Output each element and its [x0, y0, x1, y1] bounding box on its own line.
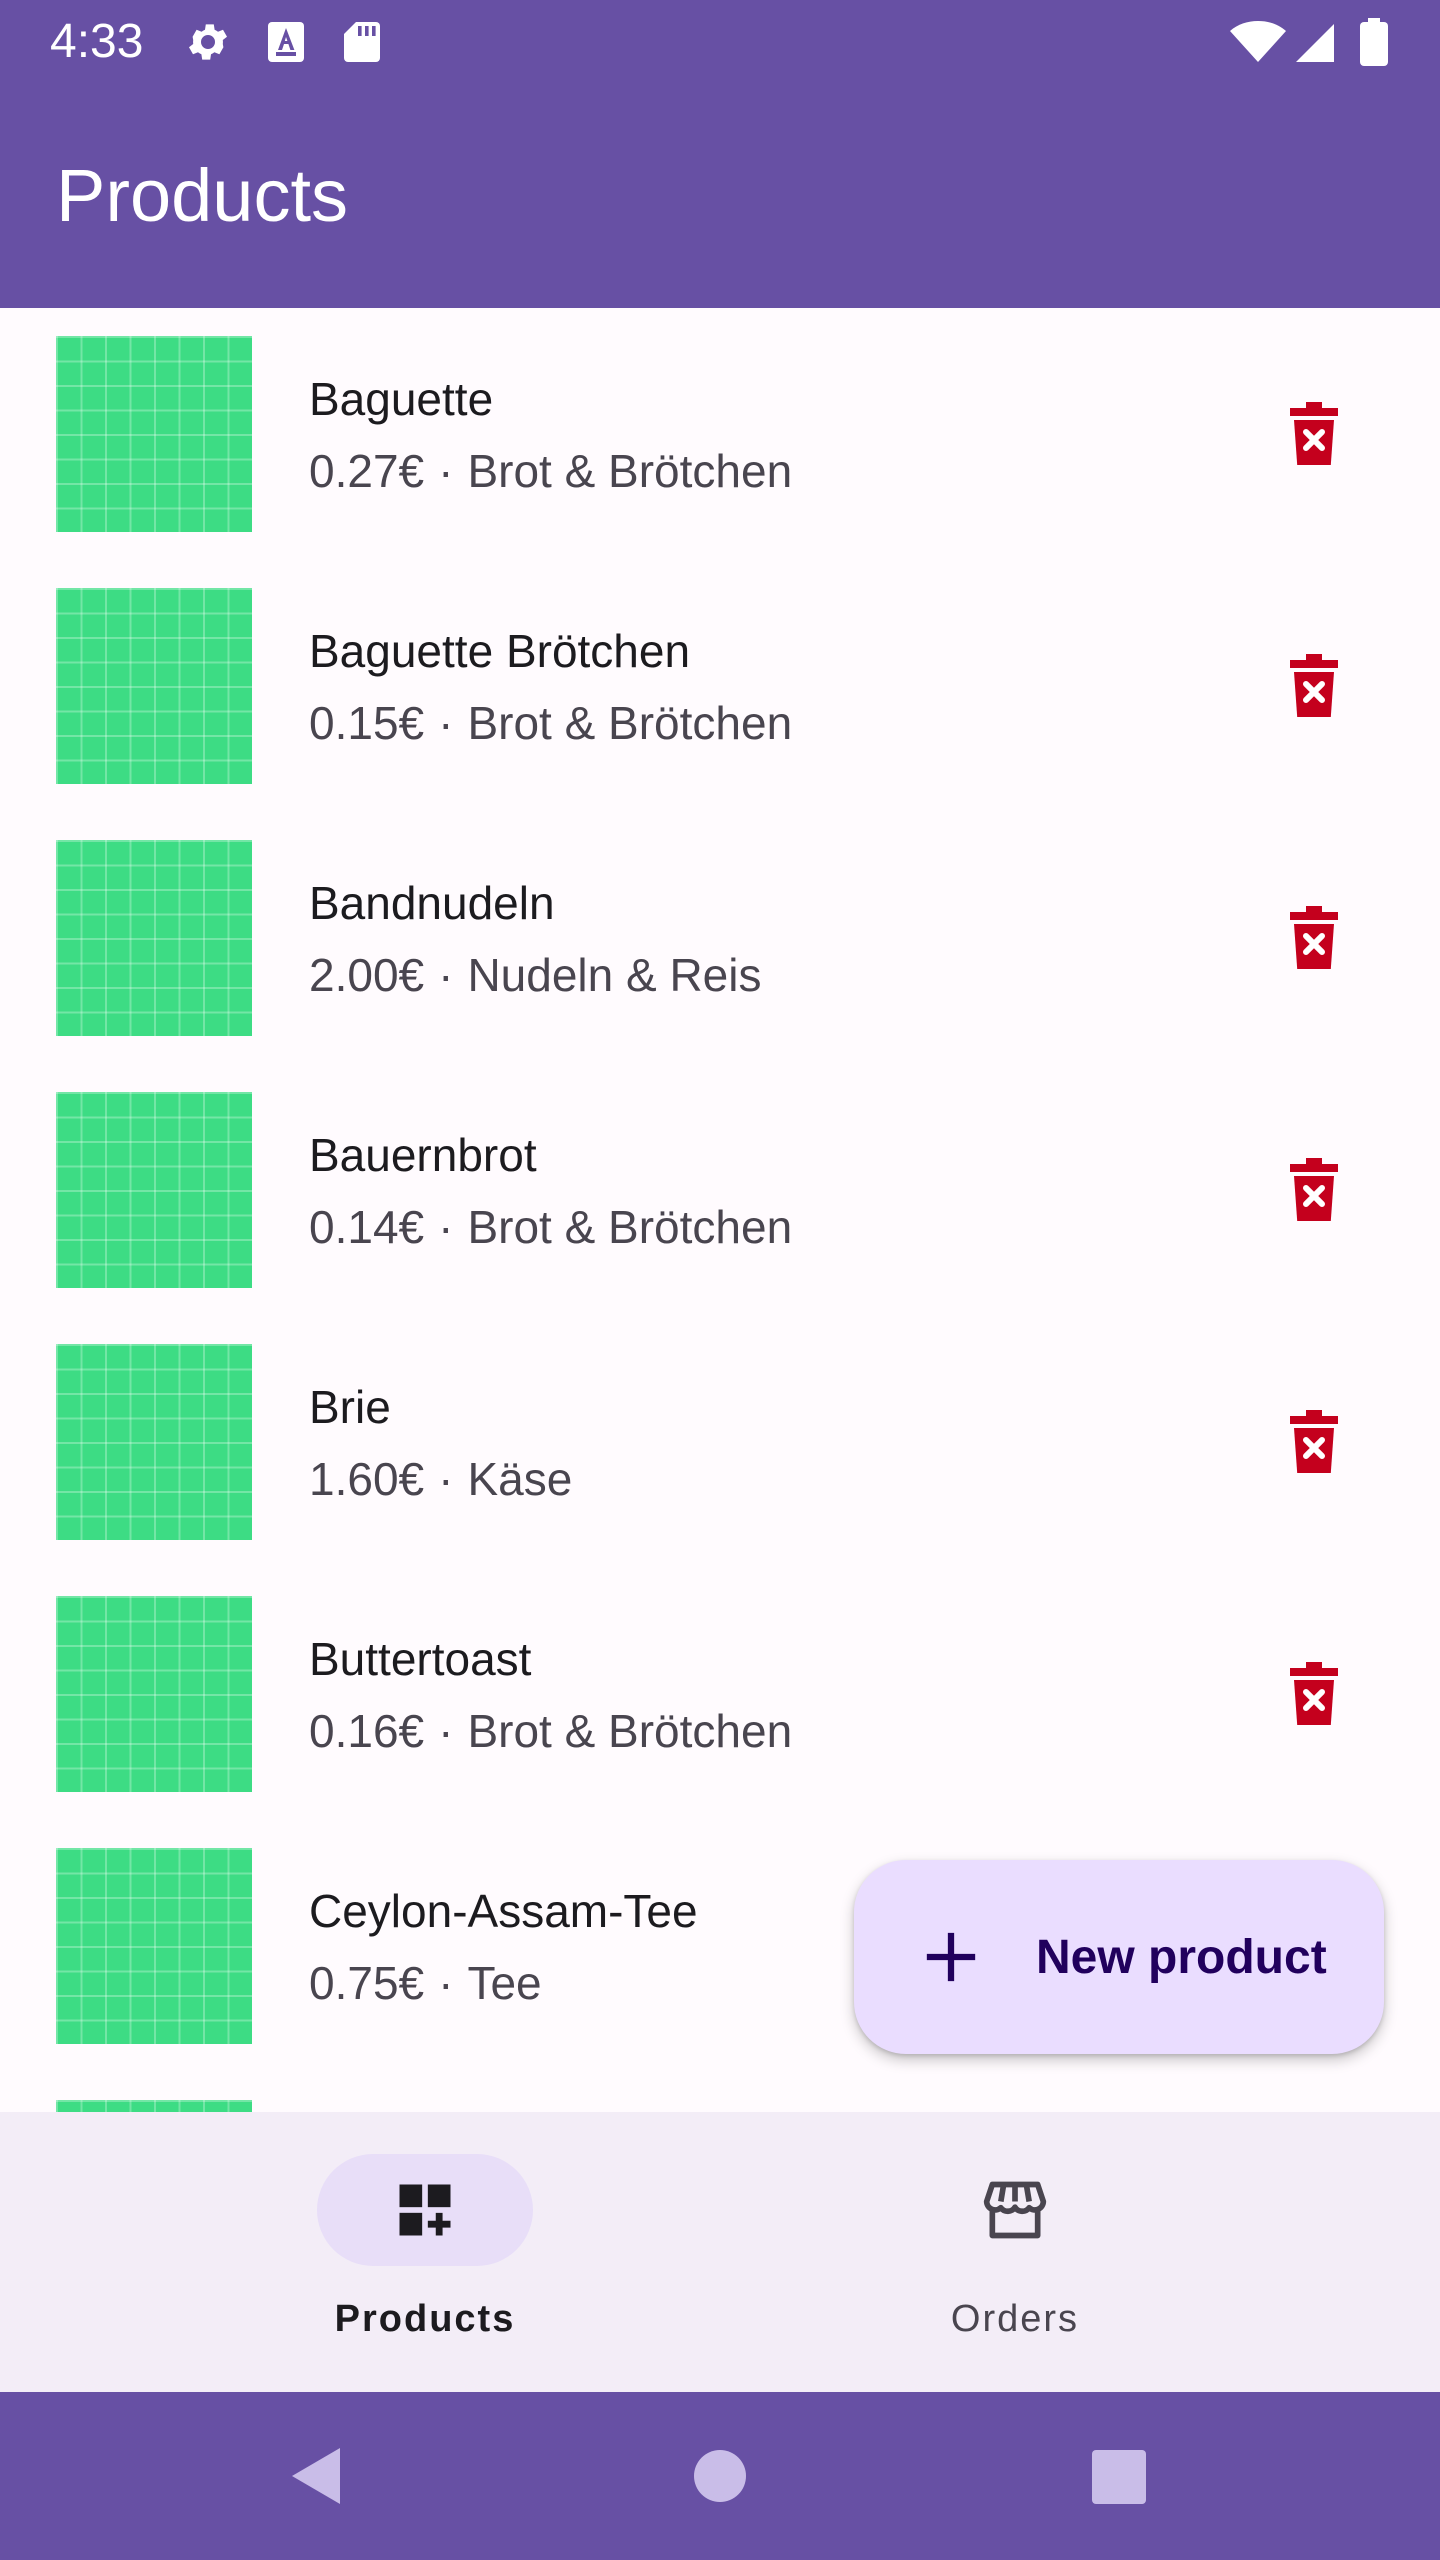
product-price: 2.00€	[309, 949, 425, 1001]
nav-label-products: Products	[334, 2298, 516, 2340]
nav-item-orders[interactable]: Orders	[805, 2112, 1225, 2392]
product-category: Nudeln & Reis	[467, 949, 762, 1001]
product-category: Brot & Brötchen	[467, 1201, 793, 1253]
delete-button[interactable]	[1266, 1646, 1362, 1742]
product-price: 0.16€	[309, 1705, 425, 1757]
new-product-label: New product	[1036, 1931, 1327, 1984]
product-thumbnail	[56, 1092, 252, 1288]
storefront-icon	[983, 2181, 1047, 2239]
product-thumbnail	[56, 1344, 252, 1540]
product-name: Bandnudeln	[309, 877, 555, 929]
status-bar: 4:33	[0, 0, 1440, 84]
product-details: 0.16€ · Brot & Brötchen	[309, 1704, 792, 1758]
product-details: 0.14€ · Brot & Brötchen	[309, 1200, 792, 1254]
product-category: Tee	[467, 1957, 542, 2009]
product-name: Baguette Brötchen	[309, 625, 691, 677]
system-navigation-bar	[0, 2392, 1440, 2560]
product-details: 0.75€ · Tee	[309, 1956, 542, 2010]
product-category: Brot & Brötchen	[467, 697, 793, 749]
product-price: 0.15€	[309, 697, 425, 749]
nav-label-orders: Orders	[950, 2298, 1080, 2340]
separator: ·	[438, 1201, 454, 1253]
product-thumbnail	[56, 1848, 252, 2044]
separator: ·	[438, 1705, 454, 1757]
dashboard-add-icon	[399, 2184, 451, 2236]
separator: ·	[438, 949, 454, 1001]
delete-button[interactable]	[1266, 638, 1362, 734]
product-thumbnail	[56, 336, 252, 532]
sd-card-icon	[344, 22, 380, 62]
product-details: 2.00€ · Nudeln & Reis	[309, 948, 762, 1002]
delete-button[interactable]	[1266, 1142, 1362, 1238]
product-details: 0.27€ · Brot & Brötchen	[309, 444, 792, 498]
product-details: 1.60€ · Käse	[309, 1452, 572, 1506]
product-price: 1.60€	[309, 1453, 425, 1505]
list-item[interactable]: Baguette Brötchen 0.15€ · Brot & Brötchen	[0, 560, 1440, 812]
product-list[interactable]: Baguette 0.27€ · Brot & Brötchen Baguette …	[0, 308, 1440, 2112]
status-time: 4:33	[50, 15, 144, 68]
list-item[interactable]: Buttertoast 0.16€ · Brot & Brötchen	[0, 1568, 1440, 1820]
bottom-navigation: Products Orders	[0, 2112, 1440, 2392]
product-details: 0.15€ · Brot & Brötchen	[309, 696, 792, 750]
product-name: Baguette	[309, 373, 494, 425]
list-item[interactable]: Brie 1.60€ · Käse	[0, 1316, 1440, 1568]
product-thumbnail	[56, 2100, 252, 2112]
delete-button[interactable]	[1266, 1394, 1362, 1490]
recents-icon[interactable]	[1078, 2436, 1158, 2516]
product-thumbnail	[56, 588, 252, 784]
delete-icon	[1290, 1158, 1338, 1221]
product-name: Brie	[309, 1381, 391, 1433]
delete-button[interactable]	[1266, 386, 1362, 482]
list-item[interactable]: Bauernbrot 0.14€ · Brot & Brötchen	[0, 1064, 1440, 1316]
delete-icon	[1290, 402, 1338, 465]
product-price: 0.75€	[309, 1957, 425, 2009]
delete-icon	[1290, 906, 1338, 969]
list-item[interactable]: Baguette 0.27€ · Brot & Brötchen	[0, 308, 1440, 560]
product-price: 0.27€	[309, 445, 425, 497]
top-app-bar: Products	[0, 84, 1440, 308]
product-name: Buttertoast	[309, 1633, 532, 1685]
product-name: Ceylon-Assam-Tee	[309, 1885, 698, 1937]
list-item[interactable]	[0, 2072, 1440, 2112]
product-category: Käse	[467, 1453, 573, 1505]
page-title: Products	[56, 154, 349, 237]
separator: ·	[438, 1957, 454, 2009]
delete-icon	[1290, 1662, 1338, 1725]
delete-button[interactable]	[1266, 890, 1362, 986]
product-thumbnail	[56, 1596, 252, 1792]
plus-icon	[926, 1932, 976, 1982]
product-price: 0.14€	[309, 1201, 425, 1253]
delete-icon	[1290, 654, 1338, 717]
product-thumbnail	[56, 840, 252, 1036]
home-icon[interactable]	[680, 2436, 760, 2516]
product-category: Brot & Brötchen	[467, 1705, 793, 1757]
new-product-button[interactable]: New product	[854, 1860, 1384, 2054]
signal-icon	[1296, 24, 1334, 62]
separator: ·	[438, 697, 454, 749]
back-icon[interactable]	[276, 2436, 356, 2516]
product-name: Bauernbrot	[309, 1129, 537, 1181]
separator: ·	[438, 445, 454, 497]
list-item[interactable]: Bandnudeln 2.00€ · Nudeln & Reis	[0, 812, 1440, 1064]
separator: ·	[438, 1453, 454, 1505]
delete-icon	[1290, 1410, 1338, 1473]
text-a-icon	[268, 22, 304, 62]
product-category: Brot & Brötchen	[467, 445, 793, 497]
wifi-icon	[1230, 21, 1286, 62]
gear-icon	[189, 24, 227, 60]
nav-item-products[interactable]: Products	[215, 2112, 635, 2392]
battery-icon	[1360, 18, 1388, 66]
